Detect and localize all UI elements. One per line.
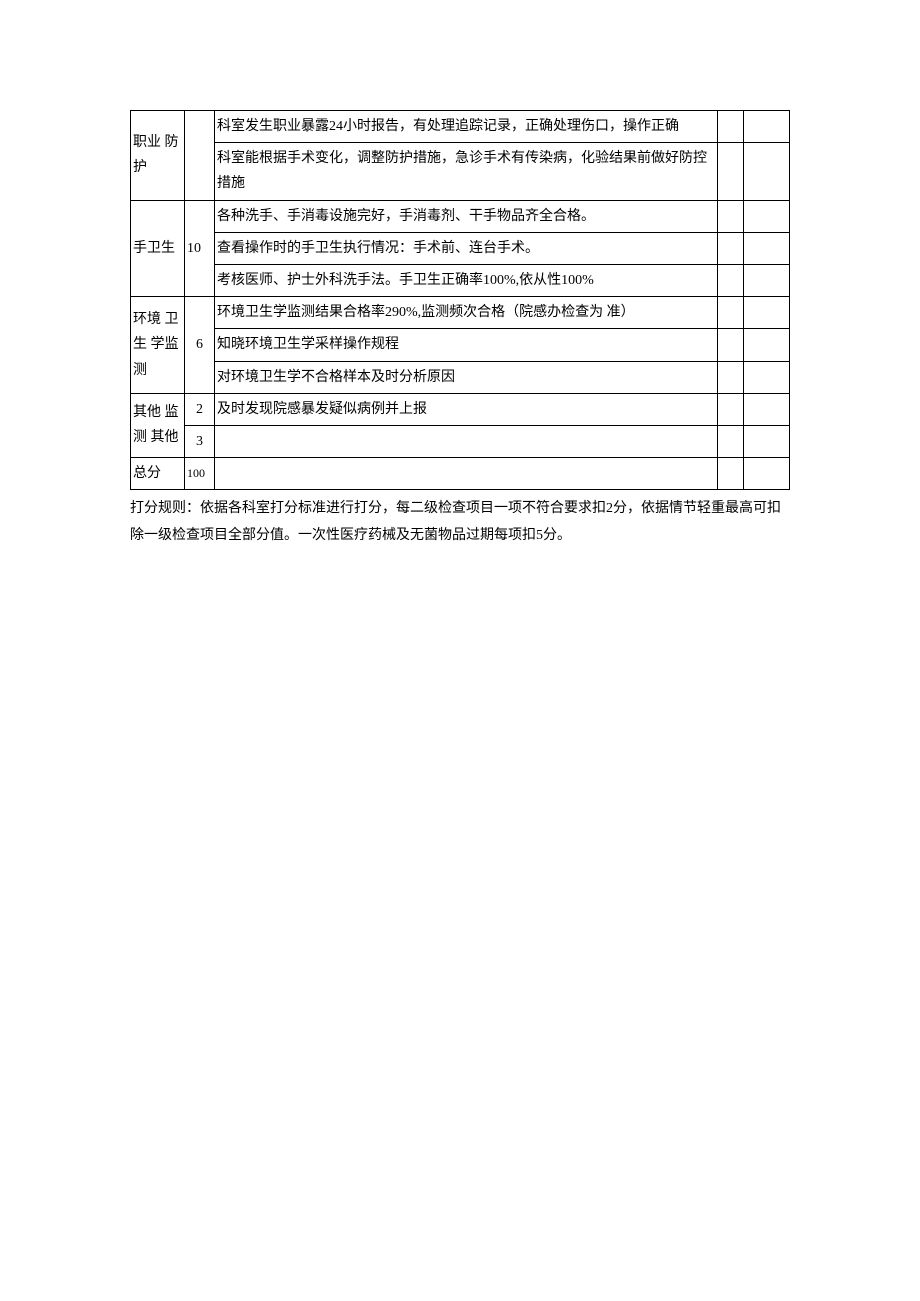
desc-cell: 对环境卫生学不合格样本及时分析原因 [215,361,718,393]
score-cell: 100 [185,458,215,490]
table-row: 对环境卫生学不合格样本及时分析原因 [131,361,790,393]
desc-cell: 科室发生职业暴露24小时报告，有处理追踪记录，正确处理伤口，操作正确 [215,111,718,143]
blank-cell [718,297,744,329]
blank-cell [744,425,790,457]
category-cell: 职业 防 护 [131,111,185,201]
blank-cell [718,458,744,490]
category-cell: 总分 [131,458,185,490]
desc-cell: 知晓环境卫生学采样操作规程 [215,329,718,361]
blank-cell [744,393,790,425]
blank-cell [744,329,790,361]
table-row: 考核医师、护士外科洗手法。手卫生正确率100%,依从性100% [131,264,790,296]
table-row: 知晓环境卫生学采样操作规程 [131,329,790,361]
table-row: 职业 防 护 科室发生职业暴露24小时报告，有处理追踪记录，正确处理伤口，操作正… [131,111,790,143]
footer-note: 打分规则：依据各科室打分标准进行打分，每二级检查项目一项不符合要求扣2分，依据情… [130,496,790,549]
desc-cell: 及时发现院感暴发疑似病例并上报 [215,393,718,425]
blank-cell [718,264,744,296]
score-cell: 6 [185,297,215,394]
blank-cell [718,361,744,393]
table-row: 其他 监测 其他 2 及时发现院感暴发疑似病例并上报 [131,393,790,425]
blank-cell [744,143,790,200]
category-cell: 其他 监测 其他 [131,393,185,457]
desc-cell: 考核医师、护士外科洗手法。手卫生正确率100%,依从性100% [215,264,718,296]
category-cell: 手卫生 [131,200,185,297]
blank-cell [718,232,744,264]
blank-cell [718,111,744,143]
score-cell: 3 [185,425,215,457]
desc-cell [215,425,718,457]
blank-cell [718,393,744,425]
blank-cell [718,200,744,232]
category-cell: 环境 卫生 学监测 [131,297,185,394]
blank-cell [718,329,744,361]
blank-cell [744,111,790,143]
blank-cell [744,458,790,490]
scoring-table: 职业 防 护 科室发生职业暴露24小时报告，有处理追踪记录，正确处理伤口，操作正… [130,110,790,490]
blank-cell [718,425,744,457]
table-row: 环境 卫生 学监测 6 环境卫生学监测结果合格率290%,监测频次合格（院感办检… [131,297,790,329]
table-row: 3 [131,425,790,457]
table-row: 手卫生 10 各种洗手、手消毒设施完好，手消毒剂、干手物品齐全合格。 [131,200,790,232]
blank-cell [744,297,790,329]
blank-cell [744,200,790,232]
score-cell: 10 [185,200,215,297]
table-row: 科室能根据手术变化，调整防护措施，急诊手术有传染病，化验结果前做好防控措施 [131,143,790,200]
score-cell [185,111,215,201]
desc-cell: 查看操作时的手卫生执行情况：手术前、连台手术。 [215,232,718,264]
blank-cell [744,264,790,296]
table-row: 查看操作时的手卫生执行情况：手术前、连台手术。 [131,232,790,264]
blank-cell [744,361,790,393]
desc-cell [215,458,718,490]
desc-cell: 科室能根据手术变化，调整防护措施，急诊手术有传染病，化验结果前做好防控措施 [215,143,718,200]
blank-cell [744,232,790,264]
blank-cell [718,143,744,200]
desc-cell: 环境卫生学监测结果合格率290%,监测频次合格（院感办检查为 准） [215,297,718,329]
desc-cell: 各种洗手、手消毒设施完好，手消毒剂、干手物品齐全合格。 [215,200,718,232]
score-cell: 2 [185,393,215,425]
table-row: 总分 100 [131,458,790,490]
